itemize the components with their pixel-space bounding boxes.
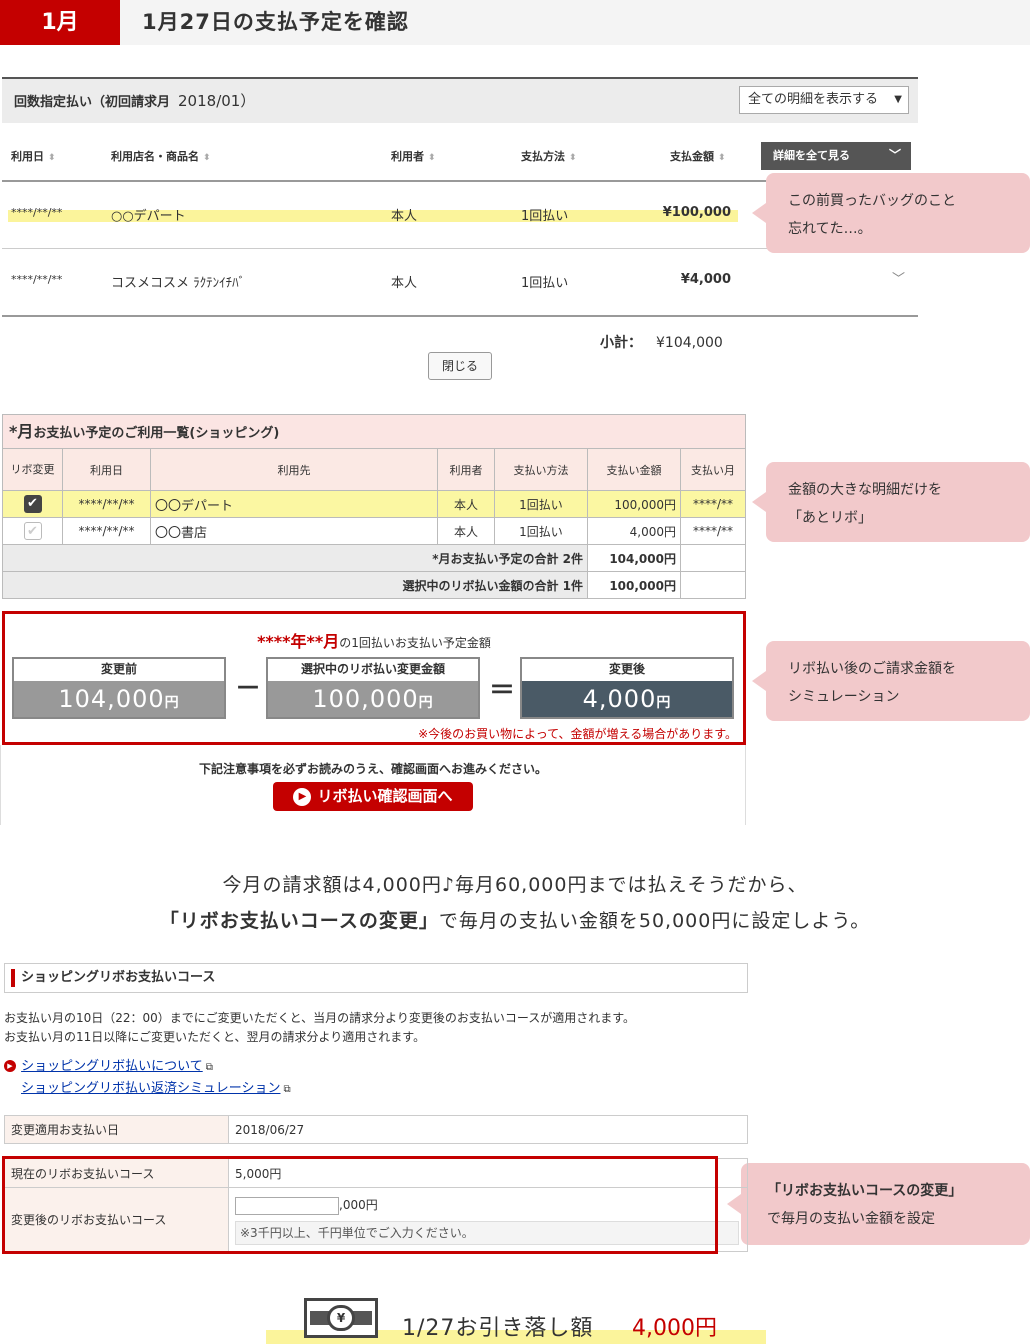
ribo-confirm-button[interactable]: ▶ リボ払い確認画面へ bbox=[273, 782, 473, 811]
table-row: ✔ ****/**/** 〇〇書店 本人 1回払い 4,000円 ****/** bbox=[2, 517, 746, 545]
debit-amount-value: 4,000円 bbox=[632, 1316, 717, 1341]
sort-icon: ⬍ bbox=[718, 153, 726, 163]
message-line-2: 「リボお支払いコースの変更」で毎月の支払い金額を50,000円に設定しよう。 bbox=[159, 910, 871, 932]
external-link-icon: ⧉ bbox=[205, 1062, 213, 1073]
confirm-notice: 下記注意事項を必ずお読みのうえ、確認画面へお進みください。 bbox=[198, 762, 547, 776]
row1-user: 本人 bbox=[391, 209, 418, 224]
subtotal: 小計： ¥104,000 bbox=[600, 335, 723, 351]
col-amount[interactable]: 支払金額 ⬍ bbox=[670, 148, 726, 164]
sort-icon: ⬍ bbox=[569, 153, 577, 163]
simulation-note: ※今後のお買い物によって、金額が増える場合があります。 bbox=[418, 727, 737, 741]
riboh-checkbox[interactable]: ✔ bbox=[23, 522, 42, 540]
simulation-box: ****年**月の1回払いお支払い予定金額 変更前 104,000円 － 選択中の… bbox=[2, 611, 746, 745]
month-badge: 1月 bbox=[0, 0, 120, 45]
expand-chevron-icon[interactable]: ﹀ bbox=[892, 268, 905, 287]
page-title: 1月27日の支払予定を確認 bbox=[142, 10, 409, 34]
sort-icon: ⬍ bbox=[428, 153, 436, 163]
row2-store: コスメコスメ ﾗｸﾃﾝｲﾁﾊﾞ bbox=[111, 276, 246, 291]
show-all-details-button[interactable]: 詳細を全て見る ﹀ bbox=[761, 142, 911, 170]
usage-list-caption: *月お支払い予定のご利用一覧(ショッピング) bbox=[2, 414, 746, 449]
col-user[interactable]: 利用者 ⬍ bbox=[391, 148, 436, 164]
sort-icon: ⬍ bbox=[203, 153, 211, 163]
row2-user: 本人 bbox=[391, 276, 418, 291]
riboh-checkbox-checked[interactable]: ✔ bbox=[23, 495, 42, 513]
row1-amount: ¥100,000 bbox=[662, 205, 731, 220]
dropdown-arrow-icon: ▼ bbox=[894, 94, 902, 105]
after-box: 変更後 4,000円 bbox=[520, 657, 734, 719]
row2-method: 1回払い bbox=[521, 276, 569, 291]
before-box: 変更前 104,000円 bbox=[12, 657, 226, 719]
close-button[interactable]: 閉じる bbox=[428, 352, 492, 380]
usage-table: リボ変更 利用日 利用先 利用者 支払い方法 支払い金額 支払い月 ✔ ****… bbox=[2, 448, 746, 599]
page-header: 1月 1月27日の支払予定を確認 bbox=[0, 0, 1030, 45]
select-value: 全ての明細を表示する bbox=[748, 92, 879, 107]
play-icon: ▶ bbox=[293, 787, 312, 806]
comment-bubble-4: 「リボお支払いコースの変更」 で毎月の支払い金額を設定 bbox=[727, 1163, 1030, 1245]
row1-method: 1回払い bbox=[521, 209, 569, 224]
statement-filter-select[interactable]: 全ての明細を表示する ▼ bbox=[739, 86, 909, 114]
apply-date-table: 変更適用お支払い日 2018/06/27 bbox=[4, 1115, 748, 1144]
course-description: お支払い月の10日（22：00）までにご変更いただくと、当月の請求分より変更後の… bbox=[4, 1011, 636, 1044]
col-store[interactable]: 利用店名・商品名 ⬍ bbox=[111, 148, 211, 164]
table-header: リボ変更 利用日 利用先 利用者 支払い方法 支払い金額 支払い月 bbox=[2, 448, 746, 491]
installment-label: 回数指定払い（初回請求月 bbox=[14, 95, 171, 110]
highlight-frame bbox=[2, 1156, 718, 1254]
row1-store: ○○デパート bbox=[111, 209, 186, 224]
comment-bubble-2: 金額の大きな明細だけを 「あとリボ」 bbox=[752, 462, 1030, 542]
total-row: *月お支払い予定の合計 2件 104,000円 bbox=[2, 544, 746, 572]
equals-sign: ＝ bbox=[489, 676, 516, 706]
bill-icon: ¥ bbox=[304, 1298, 378, 1338]
chevron-down-icon: ﹀ bbox=[888, 148, 901, 162]
row2-amount: ¥4,000 bbox=[680, 272, 731, 287]
debit-amount-label: 1/27お引き落し額 bbox=[402, 1316, 594, 1341]
message-line-1: 今月の請求額は4,000円♪毎月60,000円までは払えそうだから、 bbox=[222, 874, 808, 896]
ribo-course-title: ショッピングリボお支払いコース bbox=[4, 963, 748, 993]
col-method[interactable]: 支払方法 ⬍ bbox=[521, 148, 577, 164]
row2-date: ****/**/** bbox=[11, 273, 63, 286]
row1-date: ****/**/** bbox=[11, 206, 63, 219]
ribo-about-link[interactable]: ショッピングリボ払いについて bbox=[21, 1059, 203, 1074]
comment-bubble-1: この前買ったバッグのこと 忘れてた…。 bbox=[752, 173, 1030, 253]
col-date[interactable]: 利用日 ⬍ bbox=[11, 148, 56, 164]
comment-bubble-3: リボ払い後のご請求金額を シミュレーション bbox=[752, 641, 1030, 721]
minus-sign: － bbox=[235, 674, 262, 704]
installment-month: 2018/01） bbox=[178, 92, 256, 110]
sort-icon: ⬍ bbox=[48, 153, 56, 163]
table-row: ✔ ****/**/** 〇〇デパート 本人 1回払い 100,000円 ***… bbox=[2, 490, 746, 518]
ribo-simulation-link[interactable]: ショッピングリボ払い返済シミュレーション bbox=[21, 1081, 280, 1096]
external-link-icon: ⧉ bbox=[283, 1084, 291, 1095]
selected-total-row: 選択中のリボ払い金額の合計 1件 100,000円 bbox=[2, 571, 746, 599]
selected-box: 選択中のリボ払い変更金額 100,000円 bbox=[266, 657, 480, 719]
divider bbox=[2, 315, 918, 317]
arrow-circle-icon: ▶ bbox=[4, 1059, 16, 1072]
